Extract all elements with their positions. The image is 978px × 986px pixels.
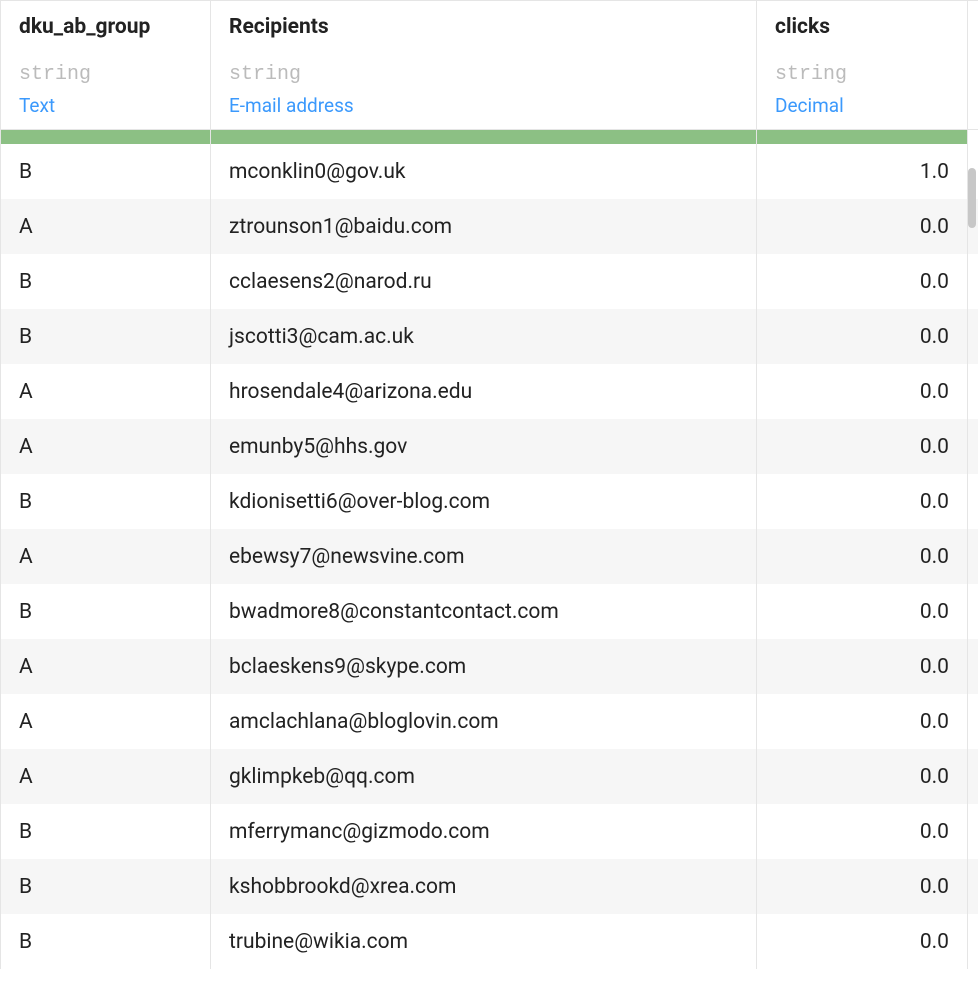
cell[interactable]: gklimpkeb@qq.com	[211, 749, 757, 804]
cell[interactable]: A	[0, 694, 211, 749]
cell[interactable]: B	[0, 144, 211, 199]
cell[interactable]: 0.0	[757, 309, 968, 364]
column-name: clicks	[775, 15, 949, 39]
cell[interactable]: B	[0, 584, 211, 639]
column-header-recipients[interactable]: Recipients string E-mail address	[211, 1, 757, 129]
column-header-dku-ab-group[interactable]: dku_ab_group string Text	[0, 1, 211, 129]
cell[interactable]: ztrounson1@baidu.com	[211, 199, 757, 254]
table-row[interactable]: Agklimpkeb@qq.com0.0	[0, 749, 978, 804]
cell[interactable]: 0.0	[757, 804, 968, 859]
cell[interactable]: 0.0	[757, 639, 968, 694]
cell[interactable]: emunby5@hhs.gov	[211, 419, 757, 474]
cell[interactable]: 1.0	[757, 144, 968, 199]
column-meaning[interactable]: Text	[19, 94, 192, 117]
column-meaning[interactable]: E-mail address	[229, 94, 738, 117]
table-row[interactable]: Bbwadmore8@constantcontact.com0.0	[0, 584, 978, 639]
column-storage: string	[19, 63, 192, 86]
cell[interactable]: 0.0	[757, 859, 968, 914]
data-table: dku_ab_group string Text Recipients stri…	[0, 0, 978, 969]
cell[interactable]: 0.0	[757, 419, 968, 474]
cell[interactable]: cclaesens2@narod.ru	[211, 254, 757, 309]
column-header-clicks[interactable]: clicks string Decimal	[757, 1, 968, 129]
table-row[interactable]: Bkshobbrookd@xrea.com0.0	[0, 859, 978, 914]
column-meaning[interactable]: Decimal	[775, 94, 949, 117]
table-row[interactable]: Bmferrymanc@gizmodo.com0.0	[0, 804, 978, 859]
table-row[interactable]: Aebewsy7@newsvine.com0.0	[0, 529, 978, 584]
cell[interactable]: bwadmore8@constantcontact.com	[211, 584, 757, 639]
cell[interactable]: 0.0	[757, 474, 968, 529]
table-row[interactable]: Bcclaesens2@narod.ru0.0	[0, 254, 978, 309]
cell[interactable]: B	[0, 914, 211, 969]
cell[interactable]: hrosendale4@arizona.edu	[211, 364, 757, 419]
column-name: dku_ab_group	[19, 15, 192, 39]
cell[interactable]: A	[0, 639, 211, 694]
cell[interactable]: ebewsy7@newsvine.com	[211, 529, 757, 584]
cell[interactable]: B	[0, 804, 211, 859]
cell[interactable]: A	[0, 529, 211, 584]
cell[interactable]: 0.0	[757, 584, 968, 639]
cell[interactable]: A	[0, 364, 211, 419]
cell[interactable]: jscotti3@cam.ac.uk	[211, 309, 757, 364]
vertical-scrollbar[interactable]	[968, 168, 976, 228]
table-row[interactable]: Aamclachlana@bloglovin.com0.0	[0, 694, 978, 749]
cell[interactable]: bclaeskens9@skype.com	[211, 639, 757, 694]
table-row[interactable]: Aztrounson1@baidu.com0.0	[0, 199, 978, 254]
cell[interactable]: B	[0, 309, 211, 364]
cell[interactable]: 0.0	[757, 749, 968, 804]
table-row[interactable]: Bjscotti3@cam.ac.uk0.0	[0, 309, 978, 364]
quality-segment[interactable]	[211, 130, 757, 144]
cell[interactable]: B	[0, 254, 211, 309]
quality-segment[interactable]	[757, 130, 968, 144]
cell[interactable]: 0.0	[757, 914, 968, 969]
cell[interactable]: mconklin0@gov.uk	[211, 144, 757, 199]
table-row[interactable]: Bkdionisetti6@over-blog.com0.0	[0, 474, 978, 529]
cell[interactable]: 0.0	[757, 694, 968, 749]
data-quality-bar	[0, 130, 978, 144]
cell[interactable]: B	[0, 474, 211, 529]
quality-segment[interactable]	[0, 130, 211, 144]
cell[interactable]: 0.0	[757, 254, 968, 309]
column-storage: string	[775, 63, 949, 86]
table-row[interactable]: Bmconklin0@gov.uk1.0	[0, 144, 978, 199]
table-row[interactable]: Ahrosendale4@arizona.edu0.0	[0, 364, 978, 419]
cell[interactable]: kdionisetti6@over-blog.com	[211, 474, 757, 529]
cell[interactable]: A	[0, 749, 211, 804]
column-name: Recipients	[229, 15, 738, 39]
cell[interactable]: A	[0, 419, 211, 474]
cell[interactable]: amclachlana@bloglovin.com	[211, 694, 757, 749]
column-storage: string	[229, 63, 738, 86]
cell[interactable]: 0.0	[757, 529, 968, 584]
cell[interactable]: A	[0, 199, 211, 254]
table-row[interactable]: Aemunby5@hhs.gov0.0	[0, 419, 978, 474]
cell[interactable]: kshobbrookd@xrea.com	[211, 859, 757, 914]
cell[interactable]: 0.0	[757, 364, 968, 419]
table-body: Bmconklin0@gov.uk1.0Aztrounson1@baidu.co…	[0, 144, 978, 969]
table-row[interactable]: Btrubine@wikia.com0.0	[0, 914, 978, 969]
cell[interactable]: mferrymanc@gizmodo.com	[211, 804, 757, 859]
cell[interactable]: B	[0, 859, 211, 914]
table-row[interactable]: Abclaeskens9@skype.com0.0	[0, 639, 978, 694]
cell[interactable]: trubine@wikia.com	[211, 914, 757, 969]
cell[interactable]: 0.0	[757, 199, 968, 254]
table-header-row: dku_ab_group string Text Recipients stri…	[0, 0, 978, 130]
